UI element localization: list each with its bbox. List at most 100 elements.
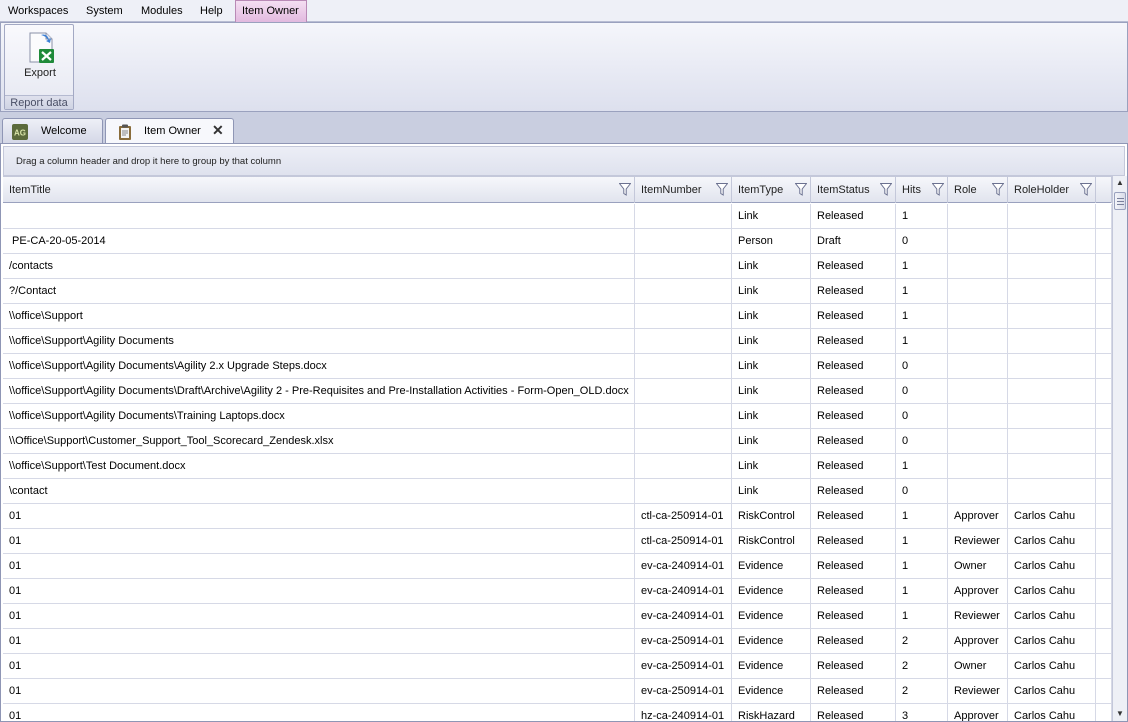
export-label: Export (24, 67, 56, 79)
vertical-scrollbar[interactable]: ▲ ▼ (1112, 176, 1127, 721)
table-row[interactable]: 01 ev-ca-240914-01 Evidence Released 1 Owner C… (3, 554, 1112, 579)
table-row[interactable]: 01 ev-ca-250914-01 Evidence Released 2 Approv… (3, 629, 1112, 654)
cell-item-number: ev-ca-240914-01 (635, 604, 732, 628)
group-by-panel[interactable]: Drag a column header and drop it here to… (3, 146, 1125, 176)
table-row[interactable]: \\office\Support\Agility Documents Link Re… (3, 329, 1112, 354)
table-row[interactable]: 01 ctl-ca-250914-01 RiskControl Released 1 Ap… (3, 504, 1112, 529)
cell-item-title: 01 (3, 704, 635, 721)
cell-hits: 1 (896, 579, 948, 603)
cell-spacer (1096, 254, 1112, 278)
cell-role-holder: Carlos Cahu (1008, 629, 1096, 653)
cell-hits: 0 (896, 404, 948, 428)
table-row[interactable]: ?/Contact Link Released 1 (3, 279, 1112, 304)
table-row[interactable]: \\office\Support\Agility Documents\Draft… (3, 379, 1112, 404)
filter-icon[interactable] (716, 183, 728, 196)
table-row[interactable]: \\Office\Support\Customer_Support_Tool_S… (3, 429, 1112, 454)
column-header-hits[interactable]: Hits (896, 177, 948, 203)
table-row[interactable]: /contacts Link Released 1 (3, 254, 1112, 279)
table-row[interactable]: Link Released 1 (3, 204, 1112, 229)
menu-system[interactable]: System (82, 0, 127, 22)
scroll-down-icon[interactable]: ▼ (1113, 707, 1127, 721)
filter-icon[interactable] (619, 183, 631, 196)
cell-spacer (1096, 529, 1112, 553)
menu-item-owner[interactable]: Item Owner (235, 0, 307, 22)
cell-item-status: Released (811, 629, 896, 653)
table-row[interactable]: 01 ev-ca-240914-01 Evidence Released 1 Approv… (3, 579, 1112, 604)
cell-role: Reviewer (948, 604, 1008, 628)
cell-role (948, 229, 1008, 253)
filter-icon[interactable] (1080, 183, 1092, 196)
group-by-hint: Drag a column header and drop it here to… (16, 156, 282, 167)
filter-icon[interactable] (932, 183, 944, 196)
cell-item-type: RiskHazard (732, 704, 811, 721)
cell-item-type: Link (732, 279, 811, 303)
export-button[interactable]: Export (13, 29, 67, 85)
cell-item-status: Draft (811, 229, 896, 253)
column-header-item-title[interactable]: ItemTitle (3, 177, 635, 203)
cell-hits: 1 (896, 304, 948, 328)
menu-workspaces[interactable]: Workspaces (4, 0, 72, 22)
table-row[interactable]: \\office\Support Link Released 1 (3, 304, 1112, 329)
group-label: Report data (5, 95, 73, 109)
filter-icon[interactable] (880, 183, 892, 196)
menu-bar: Workspaces System Modules Help Item Owne… (0, 0, 1128, 22)
cell-item-type: Link (732, 379, 811, 403)
cell-role (948, 279, 1008, 303)
column-header-role[interactable]: Role (948, 177, 1008, 203)
scroll-up-icon[interactable]: ▲ (1113, 176, 1127, 190)
menu-help[interactable]: Help (196, 0, 227, 22)
cell-item-number (635, 454, 732, 478)
table-row[interactable]: PE-CA-20-05-2014 Person Draft 0 (3, 229, 1112, 254)
cell-item-status: Released (811, 504, 896, 528)
cell-item-number (635, 254, 732, 278)
cell-role-holder: Carlos Cahu (1008, 529, 1096, 553)
cell-role-holder (1008, 254, 1096, 278)
cell-role-holder (1008, 304, 1096, 328)
cell-item-title: \\office\Support\Agility Documents (3, 329, 635, 353)
data-grid: ItemTitle ItemNumber ItemType ItemStatus Hit… (3, 176, 1112, 721)
cell-item-title: 01 (3, 604, 635, 628)
cell-item-status: Released (811, 704, 896, 721)
cell-item-number: ctl-ca-250914-01 (635, 504, 732, 528)
table-row[interactable]: 01 ctl-ca-250914-01 RiskControl Released 1 Re… (3, 529, 1112, 554)
table-row[interactable]: \\office\Support\Test Document.docx Link R… (3, 454, 1112, 479)
scroll-thumb[interactable] (1114, 192, 1126, 210)
cell-hits: 1 (896, 604, 948, 628)
cell-spacer (1096, 454, 1112, 478)
column-header-item-status[interactable]: ItemStatus (811, 177, 896, 203)
column-header-item-number[interactable]: ItemNumber (635, 177, 732, 203)
table-row[interactable]: \\office\Support\Agility Documents\Train… (3, 404, 1112, 429)
column-header-role-holder[interactable]: RoleHolder (1008, 177, 1096, 203)
cell-role-holder (1008, 479, 1096, 503)
menu-modules[interactable]: Modules (137, 0, 187, 22)
cell-item-status: Released (811, 654, 896, 678)
table-row[interactable]: 01 ev-ca-240914-01 Evidence Released 1 Review… (3, 604, 1112, 629)
document-tabstrip: AG Welcome Item Owner ✕ (0, 112, 1128, 145)
cell-role (948, 404, 1008, 428)
filter-icon[interactable] (795, 183, 807, 196)
agility-logo-icon: AG (12, 124, 28, 140)
cell-role: Approver (948, 704, 1008, 721)
column-header-item-type[interactable]: ItemType (732, 177, 811, 203)
cell-role-holder (1008, 279, 1096, 303)
cell-spacer (1096, 554, 1112, 578)
tab-item-owner-label: Item Owner (144, 125, 201, 137)
table-row[interactable]: \\office\Support\Agility Documents\Agili… (3, 354, 1112, 379)
cell-spacer (1096, 504, 1112, 528)
cell-item-type: RiskControl (732, 504, 811, 528)
cell-role: Owner (948, 654, 1008, 678)
table-row[interactable]: \contact Link Released 0 (3, 479, 1112, 504)
cell-item-number: ev-ca-250914-01 (635, 679, 732, 703)
cell-item-status: Released (811, 579, 896, 603)
cell-role (948, 204, 1008, 228)
close-icon[interactable]: ✕ (212, 122, 224, 139)
tab-item-owner[interactable]: Item Owner ✕ (105, 118, 234, 145)
cell-role: Reviewer (948, 529, 1008, 553)
ribbon: Export Report data (0, 22, 1128, 112)
table-row[interactable]: 01 ev-ca-250914-01 Evidence Released 2 Owner C… (3, 654, 1112, 679)
table-row[interactable]: 01 ev-ca-250914-01 Evidence Released 2 Review… (3, 679, 1112, 704)
tab-welcome[interactable]: AG Welcome (2, 118, 103, 144)
cell-item-status: Released (811, 404, 896, 428)
filter-icon[interactable] (992, 183, 1004, 196)
table-row[interactable]: 01 hz-ca-240914-01 RiskHazard Released 3 Appr… (3, 704, 1112, 721)
